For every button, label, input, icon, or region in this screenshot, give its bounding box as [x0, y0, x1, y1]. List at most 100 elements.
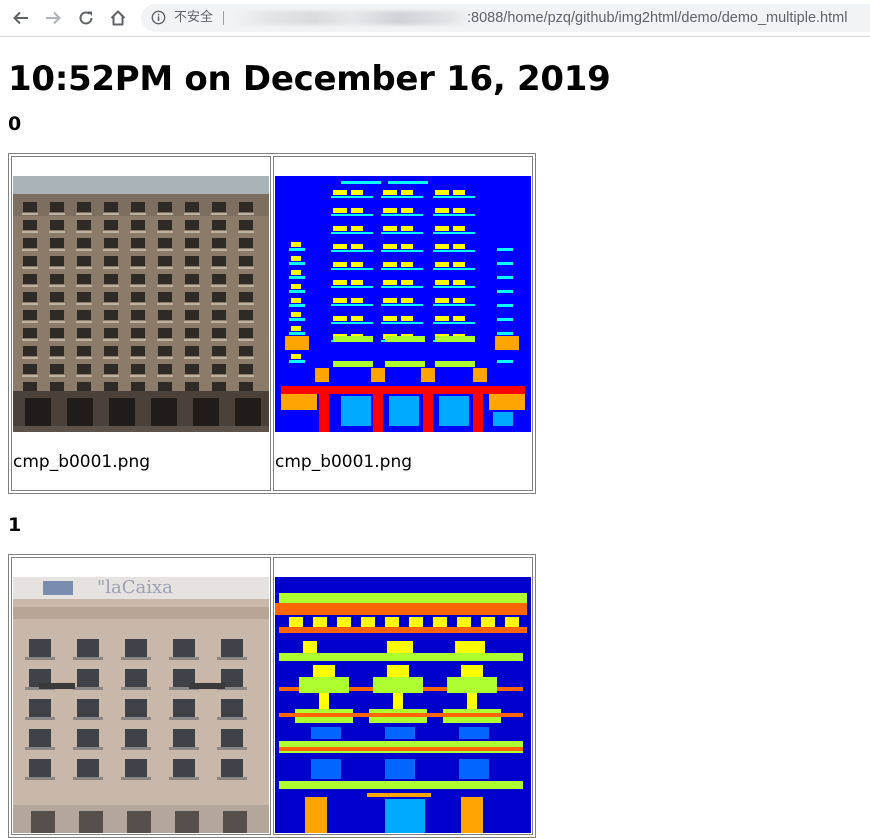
image-pair-table: "laCaixa	[8, 554, 536, 838]
window	[29, 729, 51, 747]
window	[185, 346, 199, 356]
window	[239, 202, 253, 212]
window	[239, 382, 253, 392]
security-label[interactable]: 不安全	[174, 9, 213, 27]
sill	[381, 286, 423, 288]
window	[77, 364, 91, 374]
window	[401, 208, 413, 213]
window	[185, 292, 199, 302]
window	[185, 220, 199, 230]
window	[212, 274, 226, 284]
window	[158, 382, 172, 392]
window	[23, 328, 37, 338]
sill	[331, 250, 373, 252]
window	[23, 364, 37, 374]
window	[77, 346, 91, 356]
info-icon[interactable]	[151, 10, 166, 25]
window	[125, 639, 147, 657]
door	[389, 396, 419, 426]
window	[50, 202, 64, 212]
sill	[433, 304, 475, 306]
window	[435, 190, 449, 195]
balcony	[121, 687, 151, 690]
url-text[interactable]: :8088/home/pzq/github/img2html/demo/demo…	[467, 9, 847, 27]
window	[221, 729, 243, 747]
photo-cell: "laCaixa	[11, 557, 271, 835]
window	[333, 226, 347, 231]
window	[77, 256, 91, 266]
window	[239, 274, 253, 284]
window	[77, 328, 91, 338]
balcony	[121, 657, 151, 660]
sill	[433, 250, 475, 252]
window	[131, 238, 145, 248]
window	[23, 292, 37, 302]
sill	[381, 268, 423, 270]
forward-arrow-icon[interactable]	[42, 7, 64, 29]
home-icon[interactable]	[107, 7, 129, 29]
window	[104, 364, 118, 374]
window	[333, 316, 347, 321]
window	[383, 298, 397, 303]
building-photo	[13, 176, 269, 432]
balcony	[169, 777, 199, 780]
window	[50, 256, 64, 266]
window	[158, 292, 172, 302]
window	[453, 208, 465, 213]
window	[212, 346, 226, 356]
balcony	[217, 717, 247, 720]
window	[453, 262, 465, 267]
window	[23, 346, 37, 356]
window	[212, 310, 226, 320]
window	[104, 256, 118, 266]
window	[351, 226, 363, 231]
window	[131, 310, 145, 320]
balcony	[169, 657, 199, 660]
window	[131, 328, 145, 338]
balcony	[121, 777, 151, 780]
balcony	[121, 717, 151, 720]
window	[333, 190, 347, 195]
reload-icon[interactable]	[75, 7, 97, 29]
window	[221, 699, 243, 717]
window	[23, 382, 37, 392]
section-heading: 1	[8, 514, 22, 536]
section-heading: 0	[8, 113, 22, 135]
sill	[331, 232, 373, 234]
window	[383, 226, 397, 231]
window	[221, 639, 243, 657]
window	[104, 382, 118, 392]
window	[104, 238, 118, 248]
window	[104, 328, 118, 338]
window	[383, 244, 397, 249]
window	[77, 729, 99, 747]
balcony	[25, 747, 55, 750]
window	[383, 280, 397, 285]
window	[125, 729, 147, 747]
window	[158, 238, 172, 248]
window	[351, 262, 363, 267]
window	[77, 220, 91, 230]
window	[333, 208, 347, 213]
window	[333, 262, 347, 267]
balcony	[25, 777, 55, 780]
window	[125, 669, 147, 687]
window	[453, 244, 465, 249]
balcony	[73, 657, 103, 660]
back-arrow-icon[interactable]	[10, 7, 32, 29]
window	[29, 639, 51, 657]
window	[351, 298, 363, 303]
window	[158, 328, 172, 338]
segmentation-image	[275, 577, 531, 833]
photo-caption: cmp_b0001.png	[13, 452, 151, 472]
window	[158, 256, 172, 266]
address-bar[interactable]: 不安全 :8088/home/pzq/github/img2html/demo/…	[141, 4, 870, 32]
window	[212, 382, 226, 392]
window	[239, 238, 253, 248]
sill	[331, 322, 373, 324]
window	[173, 729, 195, 747]
window	[435, 298, 449, 303]
window	[453, 316, 465, 321]
window	[131, 256, 145, 266]
sill	[331, 286, 373, 288]
